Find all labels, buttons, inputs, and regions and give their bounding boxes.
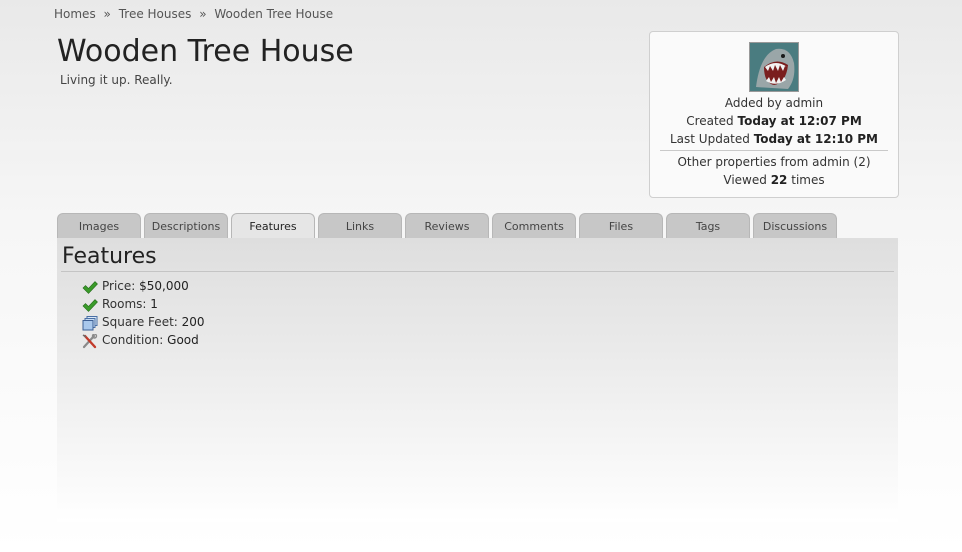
tab-comments[interactable]: Comments bbox=[492, 213, 576, 238]
avatar[interactable] bbox=[749, 42, 799, 92]
breadcrumb-separator: » bbox=[199, 7, 207, 21]
shark-avatar-icon bbox=[750, 43, 798, 91]
tab-tags[interactable]: Tags bbox=[666, 213, 750, 238]
tab-descriptions[interactable]: Descriptions bbox=[144, 213, 228, 238]
tab-reviews[interactable]: Reviews bbox=[405, 213, 489, 238]
checkmark-icon bbox=[82, 280, 98, 295]
tab-images[interactable]: Images bbox=[57, 213, 141, 238]
last-updated-line: Last Updated Today at 12:10 PM bbox=[650, 132, 898, 146]
feature-value: $50,000 bbox=[139, 279, 189, 293]
feature-label: Square Feet: bbox=[102, 315, 178, 329]
viewed-suffix: times bbox=[791, 173, 825, 187]
other-properties-link[interactable]: Other properties from admin (2) bbox=[677, 155, 870, 169]
viewed-prefix: Viewed bbox=[723, 173, 767, 187]
heading-divider bbox=[61, 271, 894, 272]
breadcrumb: Homes » Tree Houses » Wooden Tree House bbox=[54, 7, 333, 21]
checkmark-icon bbox=[82, 298, 98, 313]
feature-label: Condition: bbox=[102, 333, 164, 347]
page-subtitle: Living it up. Really. bbox=[60, 73, 173, 87]
added-by-text: Added by admin bbox=[724, 96, 824, 110]
feature-label: Price: bbox=[102, 279, 136, 293]
stacked-squares-icon bbox=[82, 316, 98, 331]
features-heading: Features bbox=[62, 244, 157, 269]
tab-links[interactable]: Links bbox=[318, 213, 402, 238]
feature-label: Rooms: bbox=[102, 297, 147, 311]
breadcrumb-current: Wooden Tree House bbox=[214, 7, 334, 21]
created-line: Created Today at 12:07 PM bbox=[650, 114, 898, 128]
page-title: Wooden Tree House bbox=[57, 34, 354, 69]
other-properties-line: Other properties from admin (2) bbox=[650, 155, 898, 169]
created-value: Today at 12:07 PM bbox=[737, 114, 862, 128]
info-divider bbox=[660, 150, 888, 151]
created-label: Created bbox=[686, 114, 734, 128]
breadcrumb-separator: » bbox=[103, 7, 111, 21]
tab-features[interactable]: Features bbox=[231, 213, 315, 239]
last-updated-value: Today at 12:10 PM bbox=[753, 132, 878, 146]
viewed-line: Viewed 22 times bbox=[650, 173, 898, 187]
viewed-count: 22 bbox=[770, 173, 788, 187]
listing-info-box: Added by admin Created Today at 12:07 PM… bbox=[649, 31, 899, 198]
last-updated-label: Last Updated bbox=[670, 132, 750, 146]
breadcrumb-link-homes[interactable]: Homes bbox=[54, 7, 96, 21]
tab-files[interactable]: Files bbox=[579, 213, 663, 238]
feature-value: 1 bbox=[150, 297, 158, 311]
tab-discussions[interactable]: Discussions bbox=[753, 213, 837, 238]
tools-icon bbox=[82, 333, 98, 349]
features-panel: Features Price: $50,000 Rooms: 1 Square … bbox=[57, 238, 898, 522]
breadcrumb-link-tree-houses[interactable]: Tree Houses bbox=[119, 7, 192, 21]
feature-value: 200 bbox=[181, 315, 205, 329]
feature-value: Good bbox=[167, 333, 199, 347]
